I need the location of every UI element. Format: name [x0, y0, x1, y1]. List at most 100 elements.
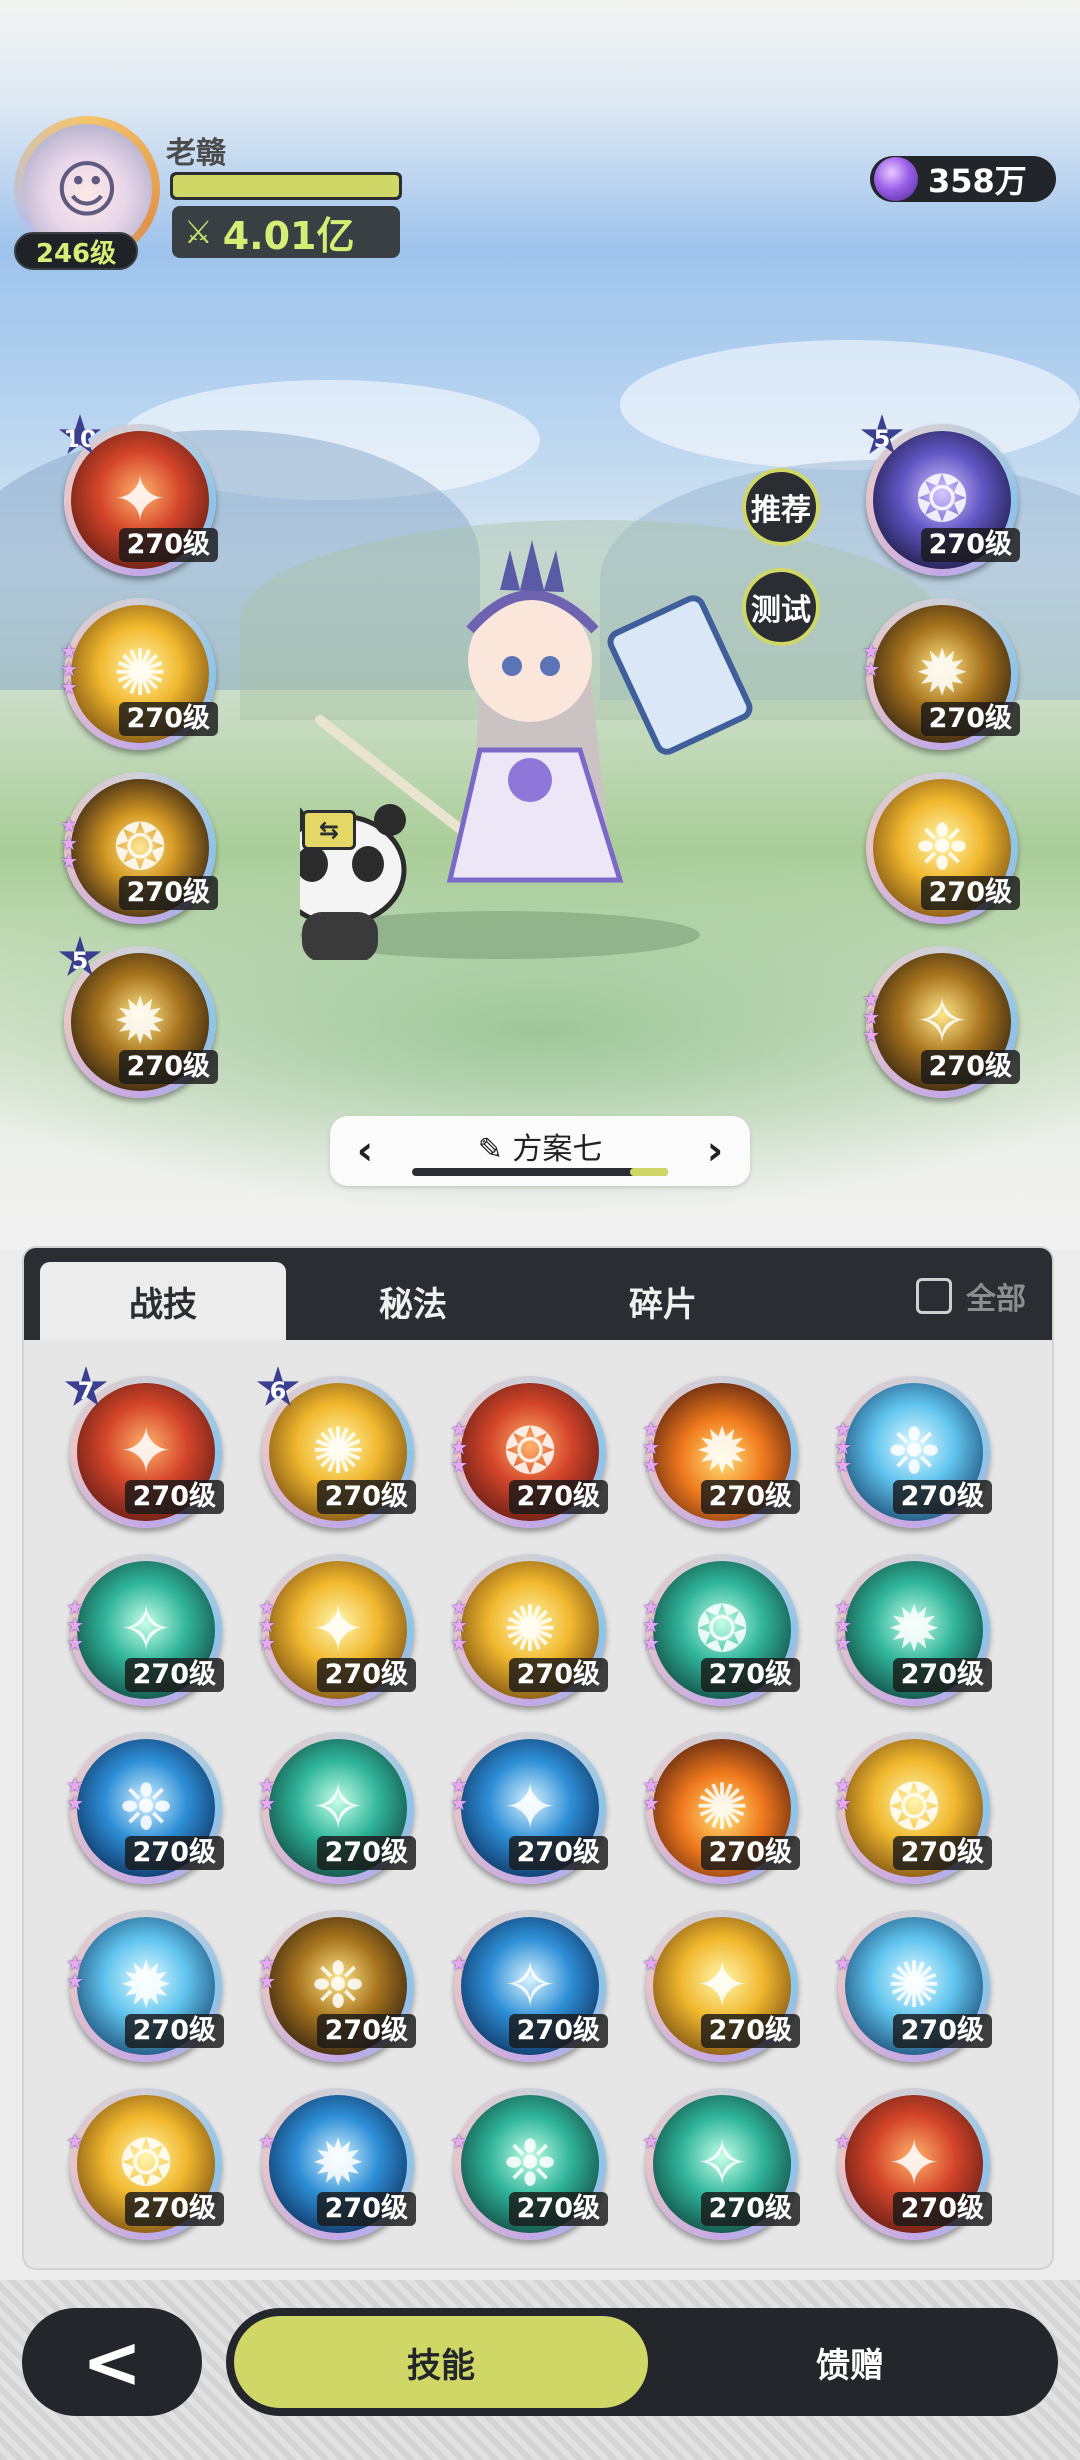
star-rating: ★ ★ ★ — [258, 1597, 276, 1655]
skill-level-label: 270级 — [892, 2014, 992, 2048]
star-rating: ★ — [834, 2131, 852, 2151]
star-rating: ★ ★ — [450, 1775, 468, 1813]
tab-skills[interactable]: 技能 — [234, 2316, 648, 2408]
show-all-toggle[interactable]: 全部 — [916, 1274, 1026, 1318]
skill-orb[interactable]: ✹ 270级 ★ ★ — [862, 598, 1020, 750]
star-rating: ★ — [450, 1953, 468, 1973]
chevron-right-icon: › — [706, 1128, 724, 1174]
skill-level-label: 270级 — [316, 1836, 416, 1870]
skill-orb[interactable]: ✹ 270级 ★ ★ ★ — [834, 1554, 992, 1706]
star-rating: ★ ★ ★ — [450, 1419, 468, 1477]
gem-currency[interactable]: 358万 — [870, 156, 1056, 202]
show-all-checkbox[interactable] — [916, 1278, 952, 1314]
skill-orb[interactable]: ✹ 270级 ★ — [258, 2088, 416, 2240]
star-icon: ★ — [834, 1631, 852, 1655]
bottom-tabbar: 技能 馈赠 — [226, 2308, 1058, 2416]
star-icon: ★ — [450, 1453, 468, 1477]
star-icon: ★ — [66, 1969, 84, 1993]
combat-power-value: 4.01亿 — [222, 213, 355, 258]
back-button[interactable]: < — [22, 2308, 202, 2416]
skill-orb[interactable]: ✺ 270级 ★ — [834, 1910, 992, 2062]
skill-level-label: 270级 — [920, 702, 1020, 736]
skill-level-label: 270级 — [316, 1658, 416, 1692]
skill-orb[interactable]: ✦ 270级 ★ — [834, 2088, 992, 2240]
skill-orb[interactable]: ✧ 270级 ★ ★ ★ — [862, 946, 1020, 1098]
plan-name: 方案七 — [512, 1132, 603, 1167]
star-icon: ★ — [60, 675, 78, 699]
skill-orb[interactable]: ✹ 270级 ★ ★ ★ — [642, 1376, 800, 1528]
skill-orb[interactable]: ❉ 270级 ★ ★ ★ — [834, 1376, 992, 1528]
skill-orb[interactable]: ✧ 270级 ★ ★ ★ — [66, 1554, 224, 1706]
star-rating: ★ ★ — [66, 1953, 84, 1993]
combat-power: ⚔ 4.01亿 — [172, 206, 400, 258]
tab-gifts[interactable]: 馈赠 — [650, 2316, 1050, 2408]
skill-level-label: 270级 — [508, 1658, 608, 1692]
hero-character — [300, 540, 753, 960]
skill-orb[interactable]: ✦ 270级 10 — [58, 414, 218, 576]
star-rating: ★ ★ ★ — [450, 1597, 468, 1655]
skill-level-label: 270级 — [118, 1050, 218, 1084]
skill-orb[interactable]: ❂ 270级 ★ ★ ★ — [642, 1554, 800, 1706]
skill-orb[interactable]: ✧ 270级 ★ ★ — [258, 1732, 416, 1884]
tab-secret-arts[interactable]: 秘法 — [290, 1262, 536, 1340]
plan-title[interactable]: ✎ 方案七 — [330, 1124, 750, 1168]
skill-orb[interactable]: ❉ 270级 ★ ★ — [258, 1910, 416, 2062]
skill-orb[interactable]: ✧ 270级 ★ — [450, 1910, 608, 2062]
skill-orb[interactable]: ✦ 270级 ★ — [642, 1910, 800, 2062]
skill-orb[interactable]: ✹ 270级 5 — [58, 936, 218, 1098]
skill-level-label: 270级 — [920, 1050, 1020, 1084]
skill-orb[interactable]: ✧ 270级 ★ — [642, 2088, 800, 2240]
star-rating: ★ ★ — [834, 1775, 852, 1813]
skill-orb[interactable]: ✦ 270级 ★ ★ ★ — [258, 1554, 416, 1706]
star-icon: ★ — [66, 1631, 84, 1655]
skill-orb[interactable]: ❂ 270级 ★ — [66, 2088, 224, 2240]
hp-fill — [173, 175, 399, 197]
star-icon: ★ — [66, 1791, 84, 1815]
star-rating: ★ ★ ★ — [642, 1419, 660, 1475]
gem-currency-value: 358万 — [928, 162, 1027, 200]
plan-progress-fill — [629, 1168, 668, 1176]
skill-level-label: 270级 — [892, 1480, 992, 1514]
skill-level-label: 270级 — [124, 2192, 224, 2226]
skill-level-label: 270级 — [700, 1480, 800, 1514]
skill-tabs: 战技 秘法 碎片 全部 — [24, 1248, 1052, 1340]
skill-orb[interactable]: ❉ 270级 ★ ★ — [66, 1732, 224, 1884]
tab-fragments[interactable]: 碎片 — [540, 1262, 786, 1340]
star-rating: ★ ★ ★ — [60, 815, 78, 871]
star-rating: ★ — [834, 1953, 852, 1973]
star-icon: ★ — [450, 2129, 468, 2153]
skill-orb[interactable]: ✺ 270级 ★ ★ ★ — [450, 1554, 608, 1706]
skill-level-label: 270级 — [920, 876, 1020, 910]
skill-level-label: 270级 — [892, 1836, 992, 1870]
skill-level-label: 270级 — [316, 1480, 416, 1514]
skill-level-label: 270级 — [508, 1480, 608, 1514]
skill-orb[interactable]: ❂ 270级 ★ ★ — [834, 1732, 992, 1884]
skill-orb[interactable]: ✺ 270级 6 — [256, 1366, 416, 1528]
player-name: 老赣 — [166, 136, 226, 171]
skill-orb[interactable]: ✺ 270级 ★ ★ ★ — [60, 598, 218, 750]
star-icon: ★ — [258, 1631, 276, 1655]
star-icon: ★ — [642, 1951, 660, 1975]
skill-level-label: 270级 — [118, 528, 218, 562]
star-icon: ★ — [258, 1791, 276, 1815]
star-icon: ★ — [450, 1631, 468, 1655]
skill-orb[interactable]: ✦ 270级 7 — [64, 1366, 224, 1528]
skill-orb[interactable]: ❉ 270级 ★ — [450, 2088, 608, 2240]
pencil-edit-icon: ✎ — [477, 1132, 503, 1167]
skill-orb[interactable]: ❉ 270级 — [866, 772, 1020, 924]
pet-swap-button[interactable]: ⇆ — [302, 810, 356, 850]
player-level-badge: 246级 — [14, 232, 138, 270]
skill-orb[interactable]: ❂ 270级 5 — [860, 414, 1020, 576]
crossed-swords-icon: ⚔ — [184, 213, 213, 251]
star-rating: ★ ★ ★ — [642, 1597, 660, 1653]
purple-gem-icon — [874, 157, 918, 201]
skill-level-label: 270级 — [700, 2192, 800, 2226]
skill-orb[interactable]: ❂ 270级 ★ ★ ★ — [60, 772, 218, 924]
skill-level-label: 270级 — [316, 2014, 416, 2048]
plan-next-button[interactable]: › — [690, 1126, 740, 1176]
skill-orb[interactable]: ✺ 270级 ★ ★ — [642, 1732, 800, 1884]
skill-orb[interactable]: ❂ 270级 ★ ★ ★ — [450, 1376, 608, 1528]
skill-orb[interactable]: ✦ 270级 ★ ★ — [450, 1732, 608, 1884]
skill-orb[interactable]: ✹ 270级 ★ ★ — [66, 1910, 224, 2062]
tab-combat-skills[interactable]: 战技 — [40, 1262, 286, 1340]
